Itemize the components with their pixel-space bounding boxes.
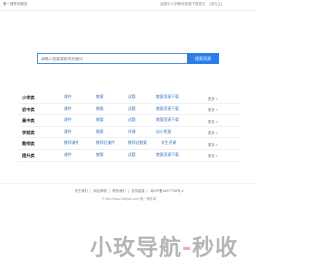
category-name: 高中类	[22, 118, 35, 124]
category-row-senior: 高中类 课件 教案 试题 教案资源下载 更多 >	[18, 115, 240, 127]
watermark: 小玫导航-秒收	[90, 230, 239, 261]
category-link[interactable]: 课件	[64, 118, 72, 123]
category-link[interactable]: 教案	[96, 107, 104, 112]
watermark-sep: -	[182, 236, 193, 261]
category-name: 教师类	[22, 141, 35, 147]
category-name: 小学类	[22, 95, 35, 100]
more-link[interactable]: 更多 >	[208, 119, 218, 124]
category-link[interactable]: 课件	[64, 153, 72, 158]
category-link[interactable]: 教师总课件	[96, 141, 115, 146]
category-link[interactable]: 试题	[128, 95, 136, 100]
more-link[interactable]: 更多 >	[208, 142, 218, 147]
category-table: 小学类 课件 教案 试题 教案资源下载 更多 > 初中类 课件 教案 试题 教案…	[18, 92, 240, 162]
more-link[interactable]: 更多 >	[208, 107, 218, 112]
category-row-preschool: 学前类 课件 教案 评课 幼小衔接 更多 >	[18, 127, 240, 139]
category-link[interactable]: 教案	[96, 118, 104, 123]
footer-link-contact[interactable]: 联系我们	[113, 189, 126, 193]
category-row-junior: 初中类 课件 教案 试题 教案资源下载 更多 >	[18, 104, 240, 116]
header-divider	[0, 10, 258, 11]
category-row-teacher: 教师类 教师课件 教师总课件 教师总教案 学生评课 更多 >	[18, 138, 240, 150]
category-name: 提升类	[22, 152, 35, 158]
category-link[interactable]: 教案资源下载	[156, 95, 179, 100]
footer-link-statement[interactable]: 网站声明	[94, 189, 107, 193]
category-link[interactable]: 试题	[128, 118, 136, 123]
footer-links: 关于我们 | 网站声明 | 联系我们 | 友情链接 | 粤ICP备16077756号-4	[74, 189, 184, 193]
top-link-2[interactable]: [设为主]	[209, 2, 221, 6]
more-link[interactable]: 更多 >	[208, 96, 218, 101]
footer-link-about[interactable]: 关于我们	[75, 189, 88, 193]
more-link[interactable]: 更多 >	[208, 153, 218, 158]
category-link[interactable]: 课件	[64, 107, 72, 112]
watermark-main: 小玫导航	[90, 236, 183, 261]
category-link[interactable]: 学生评课	[161, 141, 176, 146]
top-links: 全国中小学教师资源下载官方 [设为主]	[160, 2, 225, 7]
category-link[interactable]: 教案	[96, 153, 104, 158]
category-link[interactable]: 教案资源下载	[156, 118, 179, 123]
category-link[interactable]: 评课	[128, 130, 136, 135]
category-link[interactable]: 试题	[128, 153, 136, 158]
category-link[interactable]: 教案	[96, 130, 104, 135]
search-button[interactable]: 搜索资源	[187, 53, 219, 64]
category-name: 初中类	[22, 106, 35, 112]
category-link[interactable]: 幼小衔接	[156, 130, 171, 135]
watermark-tail: 秒收	[192, 236, 239, 261]
search-input[interactable]	[37, 53, 187, 64]
category-row-primary: 小学类 课件 教案 试题 教案资源下载 更多 >	[18, 92, 240, 104]
footer-divider	[0, 183, 258, 184]
more-link[interactable]: 更多 >	[208, 130, 218, 135]
site-brand[interactable]: 第一课件网首页	[3, 2, 28, 7]
category-link[interactable]: 教案资源下载	[156, 153, 179, 158]
category-link[interactable]: 教师课件	[64, 141, 79, 146]
footer-icp[interactable]: 粤ICP备16077756号-4	[150, 189, 183, 193]
top-link-1[interactable]: 全国中小学教师资源下载官方	[160, 2, 206, 6]
category-row-advance: 提升类 课件 教案 试题 教案资源下载 更多 >	[18, 150, 240, 162]
category-link[interactable]: 教案	[96, 95, 104, 100]
top-bar: 第一课件网首页 全国中小学教师资源下载官方 [设为主]	[0, 0, 258, 10]
category-link[interactable]: 试题	[128, 107, 136, 112]
footer-copyright: © http://www.1kejian.com 第一课件网	[101, 197, 157, 201]
category-link[interactable]: 课件	[64, 95, 72, 100]
category-name: 学前类	[22, 129, 35, 135]
category-link[interactable]: 教案资源下载	[156, 107, 179, 112]
footer-link-friends[interactable]: 友情链接	[131, 189, 144, 193]
category-link[interactable]: 课件	[64, 130, 72, 135]
search-bar: 搜索资源	[37, 53, 219, 64]
category-link[interactable]: 教师总教案	[128, 141, 147, 146]
